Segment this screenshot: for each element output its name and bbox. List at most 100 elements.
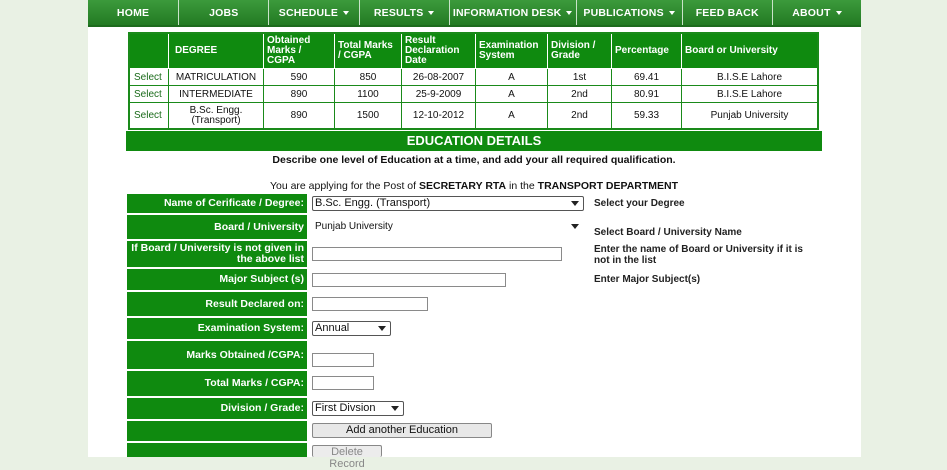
- subject-label: Major Subject (s): [127, 269, 307, 290]
- column-header: Examination System: [475, 32, 548, 69]
- nav-label: SCHEDULE: [278, 6, 339, 19]
- add-row-label-cell: [127, 421, 307, 441]
- table-row: Select B.Sc. Engg. (Transport) 890 1500 …: [128, 102, 819, 130]
- nav-home[interactable]: HOME: [88, 0, 180, 25]
- main-nav: HOME JOBS SCHEDULE RESULTS INFORMATION D…: [88, 0, 861, 27]
- degree-hint: Select your Degree: [594, 198, 685, 209]
- cell-division: 1st: [547, 68, 612, 86]
- exam-system-label: Examination System:: [127, 318, 307, 339]
- total-marks-label: Total Marks / CGPA:: [127, 371, 307, 396]
- nav-about[interactable]: ABOUT: [772, 0, 861, 25]
- other-board-input[interactable]: [312, 247, 562, 261]
- nav-label: ABOUT: [792, 6, 831, 19]
- other-board-hint: Enter the name of Board or University if…: [594, 244, 803, 266]
- exam-system-value: Annual: [315, 322, 350, 334]
- chevron-down-icon: [391, 406, 399, 411]
- select-link[interactable]: Select: [128, 85, 169, 103]
- board-hint: Select Board / University Name: [594, 227, 742, 238]
- chevron-down-icon: [571, 224, 579, 229]
- nav-schedule[interactable]: SCHEDULE: [269, 0, 360, 25]
- cell-system: A: [475, 102, 548, 130]
- other-board-label: If Board / University is not given in th…: [127, 241, 307, 267]
- division-select[interactable]: First Divsion: [312, 401, 404, 416]
- table-row: Select INTERMEDIATE 890 1100 25-9-2009 A…: [128, 85, 819, 103]
- column-header: Obtained Marks / CGPA: [263, 32, 335, 69]
- select-link[interactable]: Select: [128, 68, 169, 86]
- caret-down-icon: [343, 10, 350, 15]
- degree-select[interactable]: B.Sc. Engg. (Transport): [312, 196, 584, 211]
- result-date-label: Result Declared on:: [127, 292, 307, 316]
- division-value: First Divsion: [315, 402, 376, 414]
- cell-degree: INTERMEDIATE: [168, 85, 264, 103]
- column-header: Division / Grade: [547, 32, 612, 69]
- section-title: EDUCATION DETAILS: [126, 131, 822, 151]
- education-summary-table: DEGREE Obtained Marks / CGPA Total Marks…: [128, 32, 819, 130]
- marks-obtained-input[interactable]: [312, 353, 374, 367]
- cell-system: A: [475, 85, 548, 103]
- caret-down-icon: [428, 10, 435, 15]
- chevron-down-icon: [571, 201, 579, 206]
- board-label: Board / University: [127, 215, 307, 239]
- nav-label: JOBS: [209, 6, 239, 19]
- nav-label: INFORMATION DESK: [452, 6, 562, 19]
- board-select-value: Punjab University: [315, 221, 393, 232]
- cell-obtained: 890: [263, 85, 335, 103]
- cell-percentage: 69.41: [611, 68, 682, 86]
- column-header: Result Declaration Date: [401, 32, 476, 69]
- subject-input[interactable]: [312, 273, 506, 287]
- nav-information-desk[interactable]: INFORMATION DESK: [449, 0, 577, 25]
- nav-label: RESULTS: [373, 6, 424, 19]
- cell-board: B.I.S.E Lahore: [681, 85, 819, 103]
- applying-middle: in the: [509, 180, 535, 192]
- table-header-row: DEGREE Obtained Marks / CGPA Total Marks…: [128, 32, 819, 69]
- applying-prefix: You are applying for the Post of: [269, 180, 417, 192]
- cell-percentage: 80.91: [611, 85, 682, 103]
- column-header: Board or University: [681, 32, 819, 69]
- delete-row-label-cell: [127, 443, 307, 457]
- cell-obtained: 590: [263, 68, 335, 86]
- add-education-button[interactable]: Add another Education: [312, 423, 492, 438]
- degree-label: Name of Cerificate / Degree:: [127, 194, 307, 213]
- column-header: [128, 32, 169, 69]
- nav-label: PUBLICATIONS: [583, 6, 664, 19]
- cell-division: 2nd: [547, 85, 612, 103]
- board-select[interactable]: Punjab University: [312, 219, 584, 234]
- caret-down-icon: [566, 10, 573, 15]
- caret-down-icon: [835, 10, 842, 15]
- cell-board: B.I.S.E Lahore: [681, 68, 819, 86]
- post-name: SECRETARY RTA: [419, 180, 507, 192]
- chevron-down-icon: [378, 326, 386, 331]
- caret-down-icon: [668, 10, 675, 15]
- degree-select-value: B.Sc. Engg. (Transport): [315, 197, 431, 209]
- delete-record-button[interactable]: Delete Record: [312, 445, 382, 470]
- select-link[interactable]: Select: [128, 102, 169, 130]
- cell-total: 1100: [334, 85, 402, 103]
- result-date-input[interactable]: [312, 297, 428, 311]
- nav-feedback[interactable]: FEED BACK: [682, 0, 773, 25]
- subject-hint: Enter Major Subject(s): [594, 274, 701, 285]
- total-marks-input[interactable]: [312, 376, 374, 390]
- cell-obtained: 890: [263, 102, 335, 130]
- marks-obtained-label: Marks Obtained /CGPA:: [127, 341, 307, 369]
- column-header: Percentage: [611, 32, 682, 69]
- cell-system: A: [475, 68, 548, 86]
- cell-date: 26-08-2007: [401, 68, 476, 86]
- nav-label: HOME: [116, 6, 150, 19]
- nav-publications[interactable]: PUBLICATIONS: [576, 0, 683, 25]
- department-name: TRANSPORT DEPARTMENT: [537, 180, 679, 192]
- cell-date: 12-10-2012: [401, 102, 476, 130]
- column-header: Total Marks / CGPA: [334, 32, 402, 69]
- page-container: HOME JOBS SCHEDULE RESULTS INFORMATION D…: [88, 0, 861, 470]
- table-row: Select MATRICULATION 590 850 26-08-2007 …: [128, 68, 819, 86]
- cell-total: 850: [334, 68, 402, 86]
- nav-jobs[interactable]: JOBS: [179, 0, 270, 25]
- cell-board: Punjab University: [681, 102, 819, 130]
- nav-label: FEED BACK: [695, 6, 759, 19]
- nav-results[interactable]: RESULTS: [359, 0, 450, 25]
- instruction-text: Describe one level of Education at a tim…: [272, 154, 676, 166]
- exam-system-select[interactable]: Annual: [312, 321, 391, 336]
- applying-text: You are applying for the Post of SECRETA…: [126, 180, 822, 192]
- column-header: DEGREE: [168, 32, 264, 69]
- cell-degree: B.Sc. Engg. (Transport): [168, 102, 264, 130]
- cell-date: 25-9-2009: [401, 85, 476, 103]
